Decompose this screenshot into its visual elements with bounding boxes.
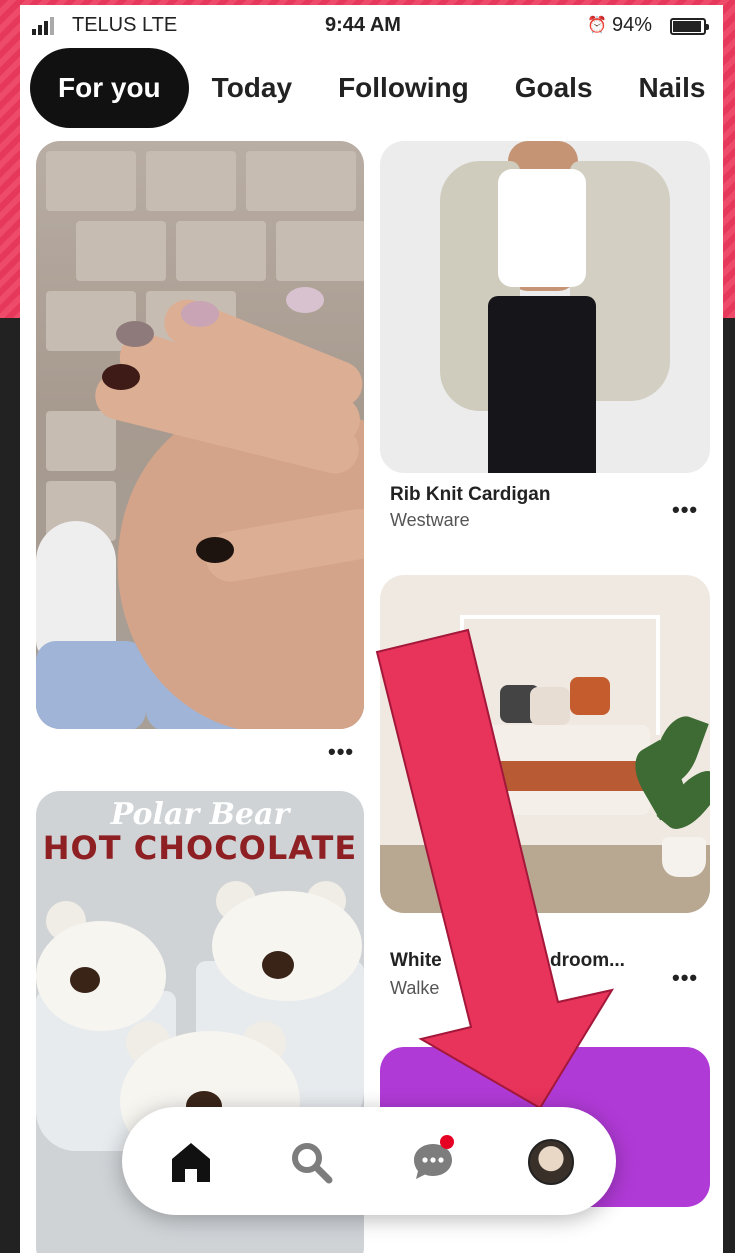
nav-messages-button[interactable] xyxy=(408,1135,458,1187)
phone-screen: TELUS LTE 9:44 AM ⏰ 94% For you Today Fo… xyxy=(20,5,723,1253)
alarm-icon: ⏰ xyxy=(587,17,607,34)
battery-percent: 94% xyxy=(612,14,653,36)
cocoa-title-line1: Polar Bear xyxy=(110,797,290,832)
tab-following[interactable]: Following xyxy=(315,48,492,128)
signal-icon xyxy=(32,17,54,35)
nav-profile-button[interactable] xyxy=(526,1137,576,1187)
pin-image-bedroom[interactable] xyxy=(380,575,710,913)
nav-home-button[interactable] xyxy=(166,1137,216,1187)
tab-today[interactable]: Today xyxy=(189,48,315,128)
status-time: 9:44 AM xyxy=(325,14,401,36)
carrier-label: TELUS LTE xyxy=(72,14,178,36)
nav-search-button[interactable] xyxy=(286,1137,336,1187)
tab-goals[interactable]: Goals xyxy=(492,48,616,128)
pin-title-cardigan[interactable]: Rib Knit Cardigan xyxy=(390,484,550,506)
pin-more-button[interactable]: ••• xyxy=(672,497,698,523)
battery-fill xyxy=(673,21,702,32)
notification-badge xyxy=(440,1135,454,1149)
tab-nails[interactable]: Nails xyxy=(616,48,723,128)
pin-subtitle-cardigan[interactable]: Westware xyxy=(390,510,470,531)
feed-tabs: For you Today Following Goals Nails xyxy=(30,47,723,129)
home-icon xyxy=(172,1143,210,1182)
pin-more-button[interactable]: ••• xyxy=(328,739,354,765)
battery-icon xyxy=(670,18,709,35)
bottom-nav-bar xyxy=(122,1107,616,1215)
status-bar: TELUS LTE 9:44 AM ⏰ 94% xyxy=(20,5,723,45)
pin-subtitle-bedroom[interactable]: Walke xyxy=(390,978,439,999)
pin-more-button[interactable]: ••• xyxy=(672,965,698,991)
pin-image-cardigan[interactable] xyxy=(380,141,710,473)
pin-title-bedroom-left[interactable]: White xyxy=(390,950,442,972)
pin-image-nails[interactable] xyxy=(36,141,364,729)
tab-for-you[interactable]: For you xyxy=(30,48,189,128)
cocoa-title-line2: HOT CHOCOLATE xyxy=(42,829,358,867)
avatar xyxy=(528,1139,574,1185)
search-icon xyxy=(292,1143,333,1184)
pin-title-bedroom-right[interactable]: droom... xyxy=(550,950,625,972)
